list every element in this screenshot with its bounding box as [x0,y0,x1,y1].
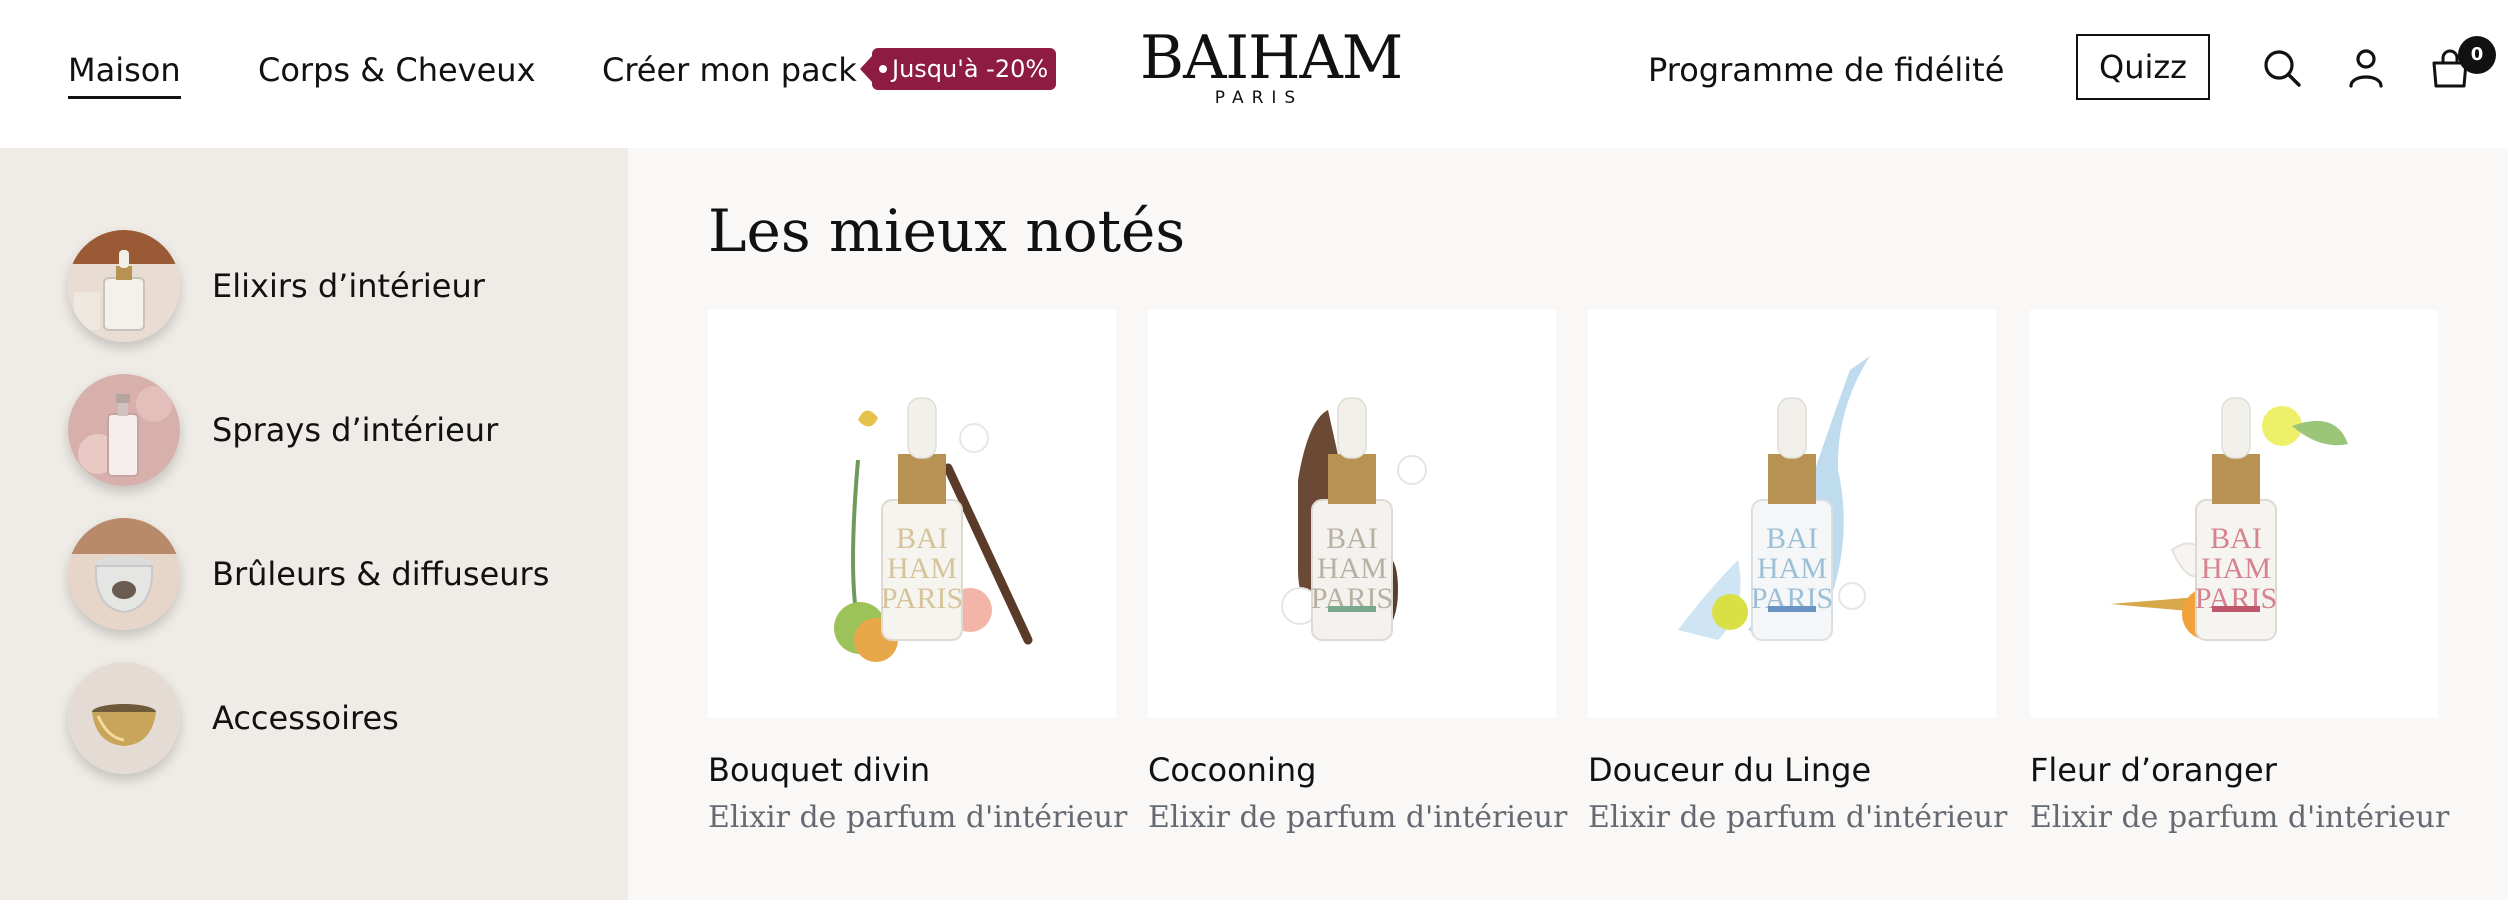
product-card-fleur-doranger[interactable]: BAI HAM PARIS Fleur d’oranger Elixir de … [2030,310,2449,850]
account-icon[interactable] [2344,46,2388,90]
category-sprays[interactable]: Sprays d’intérieur [68,374,588,486]
spray-thumbnail [68,374,180,486]
category-accessoires[interactable]: Accessoires [68,662,588,774]
product-name[interactable]: Cocooning [1148,750,1316,790]
promo-badge-text: Jusqu'à -20% [892,55,1049,83]
svg-text:HAM: HAM [1317,552,1387,585]
svg-text:BAI: BAI [1766,522,1818,555]
product-subtitle: Elixir de parfum d'intérieur [708,800,1128,835]
product-card-douceur-du-linge[interactable]: BAI HAM PARIS Douceur du Linge Elixir de… [1588,310,2007,850]
product-name[interactable]: Fleur d’oranger [2030,750,2277,790]
svg-text:BAI: BAI [2210,522,2262,555]
svg-text:PARIS: PARIS [881,582,963,615]
product-image[interactable]: BAI HAM PARIS [1588,310,1996,718]
nav-loyalty-program[interactable]: Programme de fidélité [1648,50,2004,90]
nav-creer-mon-pack[interactable]: Créer mon pack [602,50,857,90]
product-image[interactable]: BAI HAM PARIS [708,310,1116,718]
category-bruleurs[interactable]: Brûleurs & diffuseurs [68,518,588,630]
product-subtitle: Elixir de parfum d'intérieur [2030,800,2450,835]
svg-text:BAI: BAI [896,522,948,555]
svg-text:HAM: HAM [1757,552,1827,585]
category-menu: Elixirs d’intérieur Sprays d’intérieur B… [0,148,628,900]
cart-count-badge: 0 [2458,36,2496,74]
elixir-thumbnail [68,230,180,342]
svg-text:BAI: BAI [1326,522,1378,555]
nav-corps-cheveux[interactable]: Corps & Cheveux [258,50,536,90]
burner-thumbnail [68,518,180,630]
svg-text:HAM: HAM [2201,552,2271,585]
site-header: Maison Corps & Cheveux Créer mon pack Ju… [0,0,2508,148]
search-icon[interactable] [2260,46,2304,90]
product-card-bouquet-divin[interactable]: BAI HAM PARIS Bouquet divin Elixir de pa… [708,310,1127,850]
category-label: Accessoires [212,699,399,737]
product-image[interactable]: BAI HAM PARIS [2030,310,2438,718]
category-label: Sprays d’intérieur [212,411,499,449]
promo-badge: Jusqu'à -20% [859,48,1057,90]
product-subtitle: Elixir de parfum d'intérieur [1588,800,2008,835]
product-image[interactable]: BAI HAM PARIS [1148,310,1556,718]
svg-text:HAM: HAM [887,552,957,585]
nav-maison[interactable]: Maison [68,50,181,99]
logo-wordmark: BAIHAM [1140,23,1403,93]
product-card-cocooning[interactable]: BAI HAM PARIS Cocooning Elixir de parfum… [1148,310,1567,850]
category-label: Elixirs d’intérieur [212,267,485,305]
product-subtitle: Elixir de parfum d'intérieur [1148,800,1568,835]
section-title: Les mieux notés [708,197,1186,265]
bowl-thumbnail [68,662,180,774]
tag-hole [879,65,887,73]
product-name[interactable]: Douceur du Linge [1588,750,1871,790]
brand-logo[interactable]: BAIHAM PARIS [1140,23,1403,110]
product-name[interactable]: Bouquet divin [708,750,930,790]
category-label: Brûleurs & diffuseurs [212,555,550,593]
quiz-button[interactable]: Quizz [2076,34,2210,100]
category-elixirs[interactable]: Elixirs d’intérieur [68,230,588,342]
